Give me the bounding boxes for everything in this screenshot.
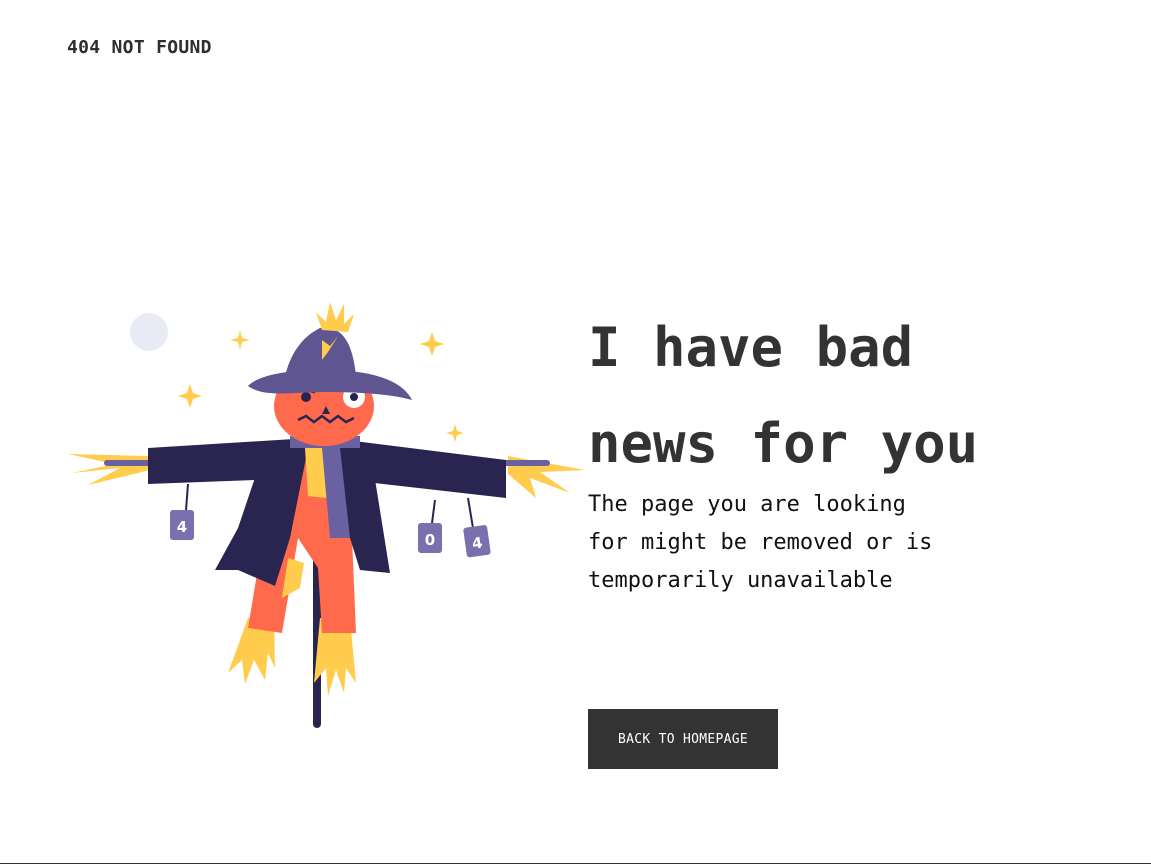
headline-line-1: I have bad [588, 316, 914, 379]
can-right: 4 [463, 525, 491, 558]
straw-left-hand [68, 454, 150, 485]
eye-right-pupil [350, 393, 358, 401]
eye-left [301, 392, 311, 402]
straw-top [316, 302, 354, 332]
arm-stick-left [104, 460, 154, 466]
can-label: 4 [177, 518, 187, 536]
scarecrow-illustration: 4 0 4 [68, 302, 585, 728]
can-left: 4 [170, 510, 194, 540]
back-to-homepage-button[interactable]: BACK TO HOMEPAGE [588, 709, 778, 769]
sparkle-icon [446, 424, 464, 442]
headline-line-2: news for you [588, 412, 979, 475]
moon-icon [130, 313, 168, 351]
page: 404 NOT FOUND 4 0 4 I have bad news for … [0, 0, 1151, 864]
error-content: I have bad news for you The page you are… [588, 300, 1028, 600]
page-title: I have bad news for you [588, 300, 1028, 492]
sparkle-icon [420, 332, 444, 356]
can-middle: 0 [418, 523, 442, 553]
sparkle-icon [178, 384, 202, 408]
hat-crown [285, 327, 356, 376]
can-label: 0 [425, 531, 435, 549]
brand-title: 404 NOT FOUND [67, 37, 212, 58]
error-message: The page you are looking for might be re… [588, 492, 933, 593]
sparkle-icon [230, 330, 250, 350]
arm-stick-right [502, 460, 550, 466]
